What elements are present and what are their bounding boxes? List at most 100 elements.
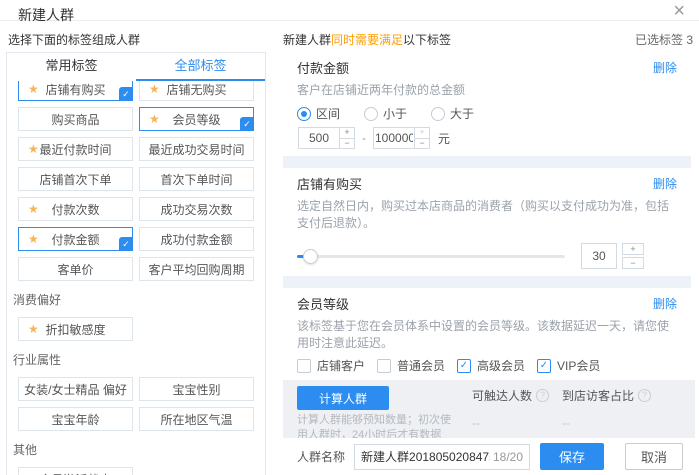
tag-button[interactable]: ★ 付款次数	[18, 197, 133, 221]
amount-unit: 元	[438, 130, 450, 147]
checkbox-label: 高级会员	[477, 357, 525, 374]
decrement-button[interactable]: −	[415, 139, 429, 149]
delete-link[interactable]: 删除	[653, 59, 677, 76]
star-icon: ★	[28, 232, 39, 246]
cancel-button[interactable]: 取消	[625, 443, 683, 470]
radio-option-greater-than[interactable]: 大于	[431, 105, 474, 122]
card-description: 该标签基于您在会员体系中设置的会员等级。该数据延迟一天，请您使用时注意此延迟。	[297, 317, 677, 351]
tag-button[interactable]: 客户平均回购周期	[139, 257, 254, 281]
checkbox-option-vip-member[interactable]: ✓ VIP会员	[537, 357, 617, 374]
selected-tags-area: 付款金额 删除 客户在店铺近两年付款的总金额 区间 小于 大于	[283, 52, 691, 380]
tag-button[interactable]: ★ 会员等级 ✓	[139, 107, 254, 131]
tag-button[interactable]: ★ 付款金额 ✓	[18, 227, 133, 251]
crowd-name-input[interactable]	[361, 450, 490, 464]
tag-button[interactable]: 宝宝性别	[139, 377, 254, 401]
help-icon[interactable]: ?	[638, 389, 651, 402]
tag-label: 折扣敏感度	[45, 321, 105, 338]
increment-button[interactable]: +	[340, 128, 354, 139]
delete-link[interactable]: 删除	[653, 295, 677, 312]
radio-option-interval[interactable]: 区间	[297, 105, 340, 122]
tag-button[interactable]: 店铺首次下单	[18, 167, 133, 191]
title-highlight: 同时需要满足	[331, 33, 403, 47]
tag-label: 会员激活状态	[39, 471, 111, 475]
checked-badge-icon: ✓	[240, 117, 254, 131]
tag-list: ★ 店铺有购买 ✓ ★ 店铺无购买 购买商品 ★ 会员等级 ✓	[7, 77, 265, 475]
tag-button[interactable]: ★ 最近付款时间	[18, 137, 133, 161]
slider-track[interactable]	[297, 255, 565, 258]
checkbox-checked-icon: ✓	[537, 359, 551, 373]
decrement-button[interactable]: −	[622, 257, 644, 269]
decrement-button[interactable]: −	[340, 139, 354, 149]
selected-tags-count: 已选标签 3	[635, 31, 693, 48]
tag-label: 最近成功交易时间	[148, 141, 244, 158]
tag-button[interactable]: 首次下单时间	[139, 167, 254, 191]
dialog-footer: 人群名称 18/20 保存 取消	[283, 438, 699, 475]
min-amount-input[interactable]	[299, 128, 339, 148]
tab-all-tags[interactable]: 全部标签	[136, 53, 265, 81]
tag-label: 最近付款时间	[39, 141, 111, 158]
tag-label: 客单价	[57, 261, 93, 278]
right-panel: 新建人群同时需要满足以下标签 已选标签 3 付款金额 删除 客户在店铺近两年付款…	[283, 21, 699, 475]
tag-button[interactable]: 会员激活状态	[18, 467, 133, 475]
compute-crowd-button[interactable]: 计算人群	[297, 386, 389, 410]
star-icon: ★	[28, 322, 39, 336]
tag-selector-panel: 常用标签 全部标签 ★ 店铺有购买 ✓ ★ 店铺无购买 购买商品	[6, 52, 266, 475]
max-amount-input[interactable]	[374, 128, 414, 148]
radio-icon	[364, 107, 378, 121]
tag-label: 首次下单时间	[160, 171, 232, 188]
slider-handle[interactable]	[303, 249, 318, 264]
radio-label: 大于	[450, 105, 474, 122]
close-icon[interactable]: ×	[673, 2, 685, 20]
section-label-consume-preference: 消费偏好	[13, 291, 254, 308]
tag-button[interactable]: 购买商品	[18, 107, 133, 131]
help-icon[interactable]: ?	[536, 389, 549, 402]
tag-button[interactable]: ★ 折扣敏感度	[18, 317, 133, 341]
tag-button[interactable]: 成功付款金额	[139, 227, 254, 251]
max-amount-spinner: + −	[414, 128, 429, 148]
radio-option-less-than[interactable]: 小于	[364, 105, 407, 122]
card-title: 会员等级	[297, 294, 349, 313]
delete-link[interactable]: 删除	[653, 175, 677, 192]
checkbox-label: VIP会员	[557, 357, 600, 374]
star-icon: ★	[28, 82, 39, 96]
tag-button[interactable]: 宝宝年龄	[18, 407, 133, 431]
star-icon: ★	[28, 142, 39, 156]
increment-button[interactable]: +	[415, 128, 429, 139]
tag-button[interactable]: 所在地区气温	[139, 407, 254, 431]
tag-label: 宝宝性别	[172, 381, 220, 398]
right-panel-title: 新建人群同时需要满足以下标签	[283, 31, 451, 48]
tag-label: 店铺首次下单	[39, 171, 111, 188]
tag-label: 女装/女士精品 偏好	[24, 381, 127, 398]
checkbox-option-normal-member[interactable]: ✓ 普通会员	[377, 357, 457, 374]
reachable-count-stat: 可触达人数 ? --	[472, 387, 549, 430]
days-input[interactable]	[581, 243, 617, 269]
checkbox-option-shop-customer[interactable]: ✓ 店铺客户	[297, 357, 377, 374]
tab-common-tags[interactable]: 常用标签	[7, 53, 136, 81]
increment-button[interactable]: +	[622, 243, 644, 255]
stat-value: --	[562, 416, 651, 430]
radio-label: 小于	[383, 105, 407, 122]
card-description: 客户在店铺近两年付款的总金额	[297, 81, 677, 98]
save-button[interactable]: 保存	[540, 443, 604, 470]
tag-button[interactable]: 最近成功交易时间	[139, 137, 254, 161]
checkbox-icon: ✓	[297, 359, 311, 373]
min-amount-group: + −	[298, 127, 355, 149]
title-prefix: 新建人群	[283, 33, 331, 47]
card-title: 付款金额	[297, 58, 349, 77]
tag-button[interactable]: 客单价	[18, 257, 133, 281]
stat-label: 到店访客占比	[562, 387, 634, 404]
days-slider-row: + −	[297, 243, 677, 269]
checkbox-label: 普通会员	[397, 357, 445, 374]
checked-badge-icon: ✓	[119, 237, 133, 251]
checked-badge-icon: ✓	[119, 87, 133, 101]
checkbox-option-senior-member[interactable]: ✓ 高级会员	[457, 357, 537, 374]
min-amount-spinner: + −	[339, 128, 354, 148]
tag-button[interactable]: 成功交易次数	[139, 197, 254, 221]
stat-value: --	[472, 416, 549, 430]
title-suffix: 以下标签	[403, 33, 451, 47]
tag-label: 成功交易次数	[160, 201, 232, 218]
tag-button[interactable]: 女装/女士精品 偏好	[18, 377, 133, 401]
card-member-level: 会员等级 删除 该标签基于您在会员体系中设置的会员等级。该数据延迟一天，请您使用…	[283, 288, 691, 380]
radio-label: 区间	[316, 105, 340, 122]
card-payment-amount: 付款金额 删除 客户在店铺近两年付款的总金额 区间 小于 大于	[283, 52, 691, 156]
